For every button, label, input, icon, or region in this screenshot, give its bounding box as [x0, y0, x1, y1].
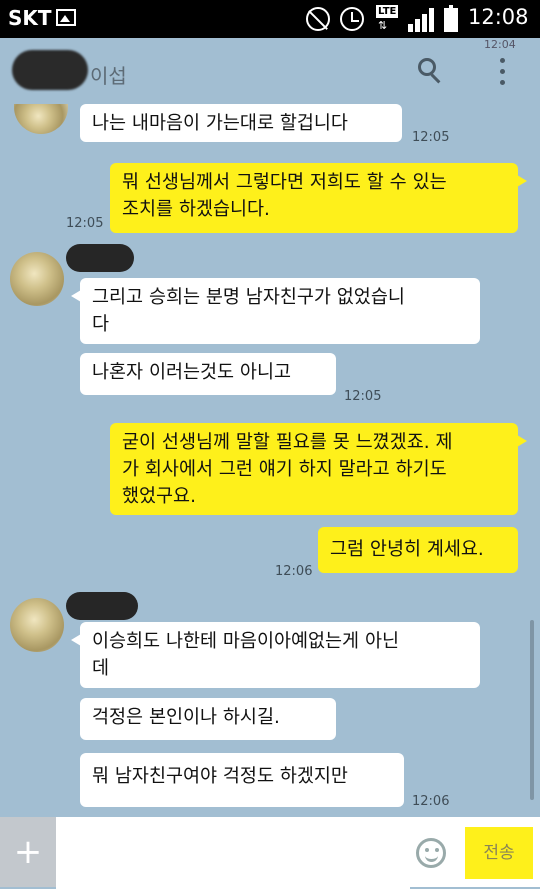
message-bubble: 나는 내마음이 가는대로 할겁니다	[80, 104, 402, 142]
message-time: 12:06	[275, 564, 313, 579]
message-bubble: 뭐 선생님께서 그렇다면 저희도 할 수 있는 조치를 하겠습니다.	[110, 163, 527, 233]
avatar[interactable]	[10, 252, 64, 306]
battery-icon	[444, 5, 458, 32]
chat-title: 이섭	[90, 64, 127, 88]
message-bubble: 나혼자 이러는것도 아니고	[80, 353, 336, 395]
message-time: 12:05	[66, 216, 104, 231]
message-bubble: 굳이 선생님께 말할 필요를 못 느꼈겠죠. 제 가 회사에서 그런 얘기 하지…	[110, 423, 527, 515]
message-time: 12:05	[344, 389, 382, 404]
network-type-label: LTE	[376, 5, 399, 18]
chat-header: 12:04 이섭	[0, 38, 540, 104]
attach-plus-button[interactable]: +	[0, 817, 56, 887]
scrollbar[interactable]	[530, 620, 534, 800]
message-bubble: 그럼 안녕히 계세요.	[318, 527, 518, 573]
message-bubble: 그리고 승희는 분명 남자친구가 없었습니 다	[71, 278, 480, 344]
header-partial-time: 12:04	[484, 38, 516, 51]
message-bubble: 걱정은 본인이나 하시길.	[80, 698, 336, 740]
avatar[interactable]	[10, 598, 64, 652]
image-notification-icon	[56, 9, 76, 26]
emoji-icon[interactable]	[416, 838, 446, 868]
carrier-label: SKT	[8, 6, 52, 30]
search-icon[interactable]	[418, 58, 444, 84]
message-input[interactable]	[56, 817, 410, 889]
avatar[interactable]	[14, 104, 68, 134]
status-bar: SKT LTE ⇅ 12:08	[0, 0, 540, 38]
more-options-icon[interactable]	[500, 58, 506, 86]
message-time: 12:05	[412, 130, 450, 145]
mute-icon	[306, 7, 330, 31]
alarm-icon	[340, 7, 364, 31]
input-bar: + 전송	[0, 817, 540, 889]
message-bubble: 이승희도 나한테 마음이아예없는게 아닌 데	[71, 622, 480, 688]
clock: 12:08	[468, 5, 529, 29]
redacted-name	[12, 50, 88, 90]
data-arrows-icon: ⇅	[378, 19, 388, 32]
send-button[interactable]: 전송	[465, 827, 533, 879]
message-bubble: 뭐 남자친구여야 걱정도 하겠지만	[80, 753, 404, 807]
signal-icon	[408, 8, 436, 32]
message-time: 12:06	[412, 794, 450, 809]
redacted-sender-name	[66, 244, 134, 272]
redacted-sender-name	[66, 592, 138, 620]
